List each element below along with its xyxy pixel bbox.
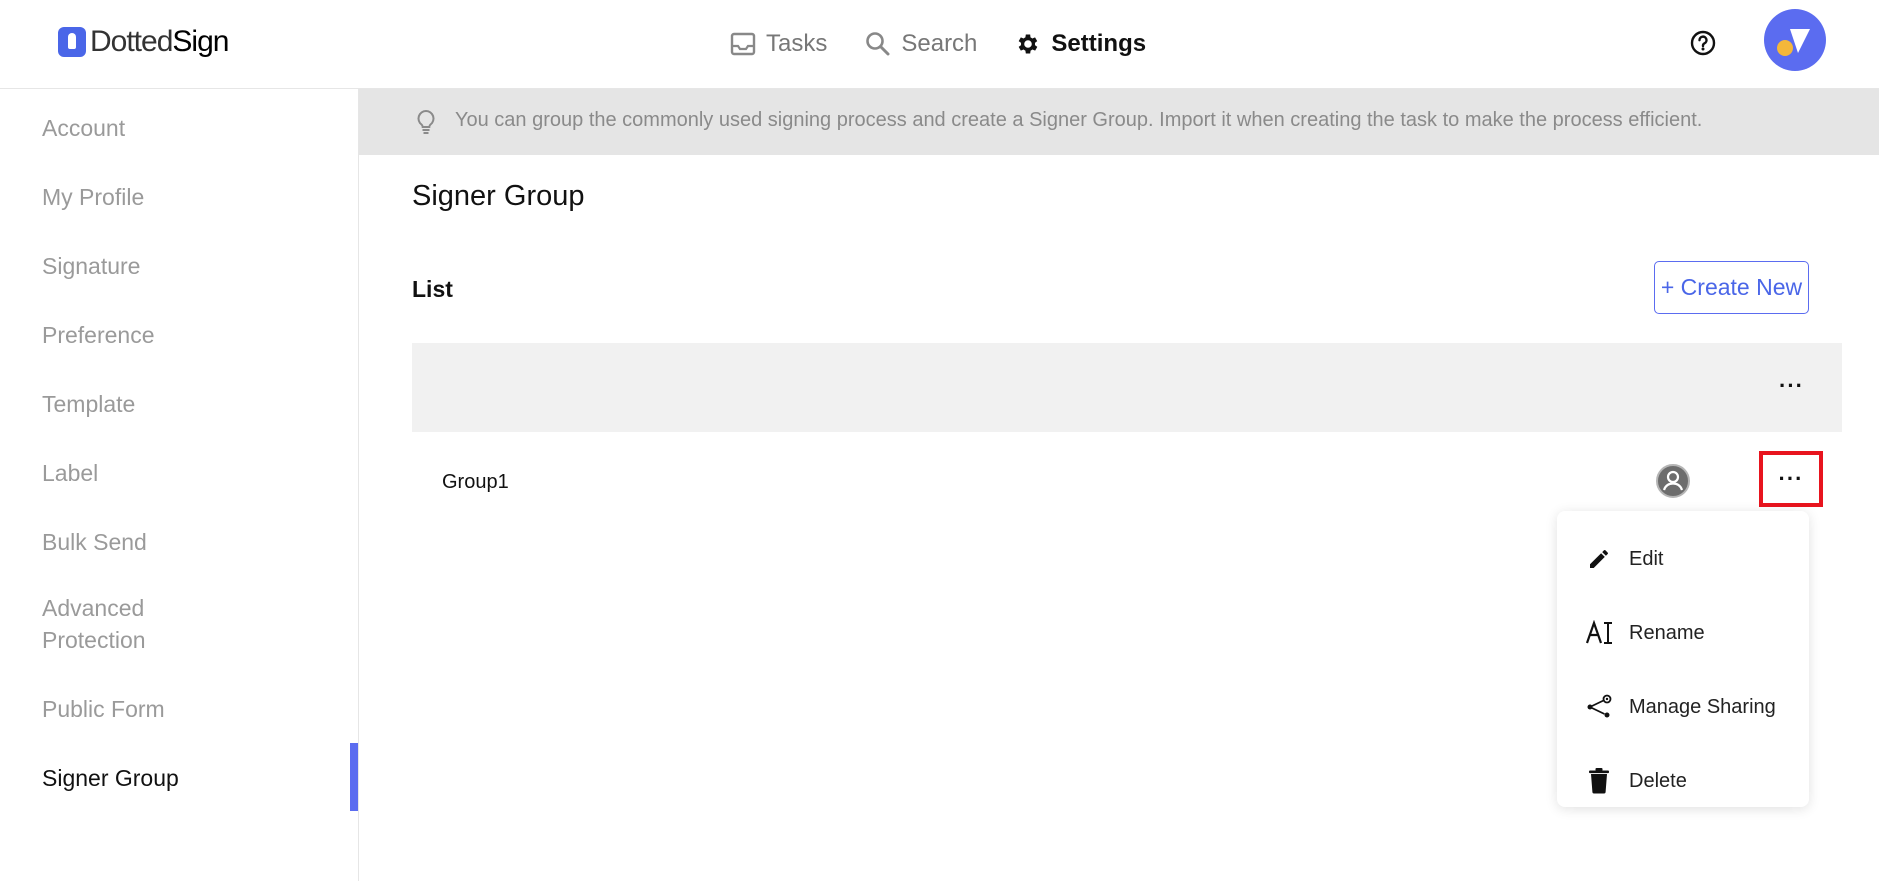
row-more-actions-button[interactable]: ···: [1759, 451, 1823, 507]
tip-banner: You can group the commonly used signing …: [359, 89, 1879, 155]
menu-item-edit-label: Edit: [1629, 547, 1664, 570]
nav-settings[interactable]: Settings: [1015, 30, 1146, 58]
search-icon: [865, 31, 891, 57]
sidebar-item-preference[interactable]: Preference: [42, 319, 322, 351]
rename-text-icon: [1585, 619, 1613, 647]
pencil-icon: [1585, 545, 1613, 573]
sidebar-item-signature[interactable]: Signature: [42, 250, 322, 282]
nav-tasks-label: Tasks: [766, 30, 828, 57]
top-bar: DottedSign Tasks Search Settings: [0, 0, 1879, 89]
tip-text: You can group the commonly used signing …: [455, 109, 1703, 131]
sidebar-item-signer-group[interactable]: Signer Group: [42, 762, 322, 794]
share-icon: [1585, 693, 1613, 721]
menu-item-edit[interactable]: Edit: [1557, 529, 1809, 589]
table-header: ···: [412, 343, 1842, 432]
menu-item-manage-sharing[interactable]: Manage Sharing: [1557, 677, 1809, 737]
user-avatar[interactable]: [1764, 9, 1826, 71]
sidebar-item-account[interactable]: Account: [42, 112, 322, 144]
sidebar-item-advanced-protection[interactable]: Advanced Protection: [42, 592, 192, 656]
nav-tasks[interactable]: Tasks: [730, 30, 827, 58]
sidebar-item-bulk-send[interactable]: Bulk Send: [42, 526, 322, 558]
menu-item-rename[interactable]: Rename: [1557, 603, 1809, 663]
row-actions-menu: Edit Rename Manage Sharing Delete: [1557, 511, 1809, 807]
main-nav: Tasks Search Settings: [730, 24, 1146, 64]
sidebar-item-template[interactable]: Template: [42, 388, 322, 420]
inbox-icon: [730, 32, 756, 56]
sidebar-item-my-profile[interactable]: My Profile: [42, 181, 322, 213]
lightbulb-icon: [415, 109, 437, 140]
sidebar-active-indicator: [350, 743, 358, 811]
menu-item-delete-label: Delete: [1629, 769, 1687, 792]
help-icon[interactable]: [1690, 30, 1716, 56]
create-new-button[interactable]: + Create New: [1654, 261, 1809, 314]
sidebar-item-public-form[interactable]: Public Form: [42, 693, 322, 725]
logo-text: DottedSign: [90, 25, 229, 58]
page-title: Signer Group: [412, 180, 585, 212]
gear-icon: [1015, 31, 1041, 57]
dottedsign-logo[interactable]: DottedSign: [58, 24, 229, 60]
nav-search[interactable]: Search: [865, 30, 977, 58]
shared-user-icon: [1655, 463, 1691, 499]
menu-item-rename-label: Rename: [1629, 621, 1705, 644]
nav-search-label: Search: [901, 30, 978, 57]
nav-settings-label: Settings: [1051, 30, 1147, 57]
logo-mark-icon: [58, 27, 86, 57]
bulk-more-actions-button[interactable]: ···: [1779, 373, 1804, 399]
list-heading: List: [412, 276, 453, 302]
trash-icon: [1585, 767, 1613, 795]
menu-item-manage-sharing-label: Manage Sharing: [1629, 695, 1776, 718]
group-name: Group1: [442, 471, 509, 493]
menu-item-delete[interactable]: Delete: [1557, 751, 1809, 811]
sidebar-item-label[interactable]: Label: [42, 457, 322, 489]
settings-sidebar: Account My Profile Signature Preference …: [0, 89, 359, 881]
